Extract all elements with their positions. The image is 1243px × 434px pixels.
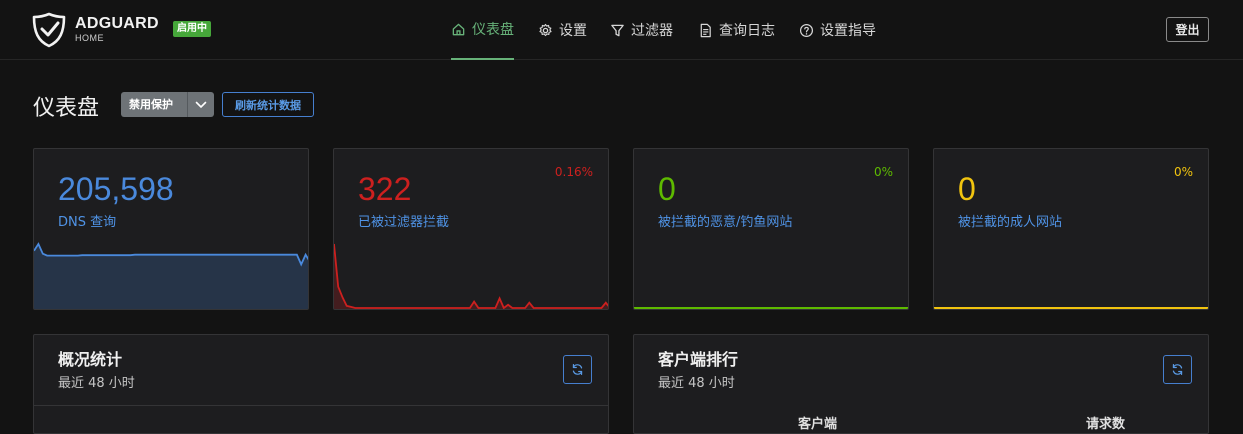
brand-name: ADGUARD: [75, 15, 159, 32]
general-stats-divider: [34, 405, 608, 406]
disable-protection-split-button: 禁用保护: [121, 92, 214, 117]
blocked-adult-sparkline: [934, 307, 1208, 309]
gear-icon: [539, 23, 552, 36]
general-stats-refresh-button[interactable]: [563, 355, 592, 384]
blocked-by-filters-sparkline: [334, 243, 608, 309]
sparkline-line: [334, 243, 608, 309]
clients-column-header[interactable]: 客户端: [798, 413, 837, 432]
protection-dropdown-toggle[interactable]: [187, 92, 214, 117]
blocked-by-filters-value: 322: [358, 171, 412, 207]
dns-queries-card: 205,598 DNS 查询: [33, 148, 309, 310]
blocked-by-filters-label: 已被过滤器拦截: [358, 215, 450, 230]
adguard-shield-logo-icon[interactable]: [32, 12, 66, 48]
document-icon: [700, 23, 711, 37]
nav-setup-guide[interactable]: 设置指导: [799, 0, 876, 60]
blocked-adult-value: 0: [958, 171, 976, 207]
sparkline-area: [334, 244, 608, 309]
dns-queries-sparkline: [34, 242, 308, 309]
page-title: 仪表盘: [33, 96, 100, 121]
dns-queries-value: 205,598: [58, 171, 174, 207]
nav-query-log-label: 查询日志: [719, 23, 775, 39]
top-clients-refresh-button[interactable]: [1163, 355, 1192, 384]
help-circle-icon: [799, 23, 814, 37]
general-stats-subtitle: 最近 48 小时: [58, 376, 135, 391]
filter-icon: [611, 24, 624, 36]
general-stats-panel: 概况统计 最近 48 小时: [33, 334, 609, 434]
top-header: ADGUARD HOME 启用中 仪表盘 设置 过滤器 查询日志 设置指导 登出: [0, 0, 1243, 60]
blocked-by-filters-percent: 0.16%: [554, 165, 593, 179]
nav-dashboard-label: 仪表盘: [472, 22, 514, 38]
blocked-adult-card: 0 被拦截的成人网站 0%: [933, 148, 1209, 310]
requests-column-header[interactable]: 请求数: [1086, 413, 1125, 432]
top-clients-title: 客户端排行: [658, 350, 739, 369]
blocked-malware-sparkline: [634, 307, 908, 309]
nav-settings[interactable]: 设置: [538, 0, 587, 60]
disable-protection-button[interactable]: 禁用保护: [121, 92, 187, 117]
sparkline-area: [34, 244, 308, 309]
chevron-down-icon: [195, 101, 207, 108]
refresh-icon: [1172, 364, 1183, 375]
home-icon: [452, 23, 465, 35]
refresh-icon: [572, 364, 583, 375]
blocked-by-filters-card: 322 已被过滤器拦截 0.16%: [333, 148, 609, 310]
nav-dashboard[interactable]: 仪表盘: [451, 0, 514, 60]
general-stats-title: 概况统计: [58, 350, 123, 369]
nav-settings-label: 设置: [559, 23, 587, 39]
top-clients-subtitle: 最近 48 小时: [658, 376, 735, 391]
blocked-malware-card: 0 被拦截的恶意/钓鱼网站 0%: [633, 148, 909, 310]
protection-status-badge: 启用中: [173, 21, 211, 37]
nav-setup-guide-label: 设置指导: [820, 23, 876, 39]
blocked-malware-value: 0: [658, 171, 676, 207]
brand-subtitle: HOME: [75, 33, 104, 43]
nav-filters-label: 过滤器: [631, 23, 673, 39]
nav-query-log[interactable]: 查询日志: [698, 0, 775, 60]
nav-filters[interactable]: 过滤器: [610, 0, 673, 60]
blocked-malware-percent: 0%: [873, 165, 893, 179]
blocked-malware-label: 被拦截的恶意/钓鱼网站: [658, 215, 793, 230]
blocked-adult-label: 被拦截的成人网站: [958, 215, 1063, 230]
logout-button[interactable]: 登出: [1166, 17, 1209, 42]
dns-queries-label: DNS 查询: [58, 215, 117, 230]
refresh-statistics-button[interactable]: 刷新统计数据: [222, 92, 314, 117]
top-clients-panel: 客户端排行 最近 48 小时 客户端 请求数: [633, 334, 1209, 434]
blocked-adult-percent: 0%: [1173, 165, 1193, 179]
